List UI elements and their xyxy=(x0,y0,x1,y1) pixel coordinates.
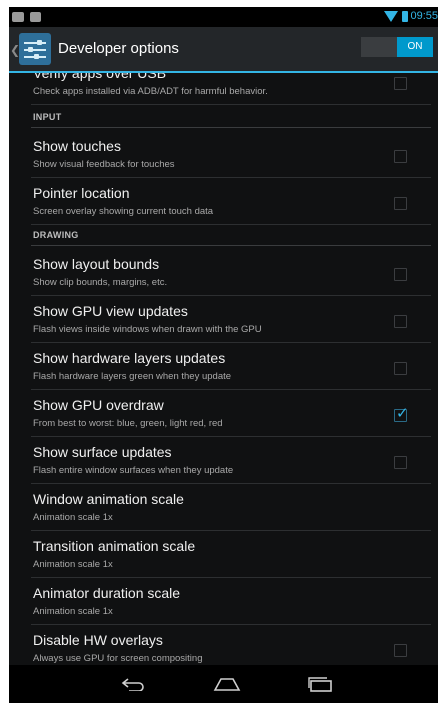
section-header-label: DRAWING xyxy=(33,230,79,240)
divider xyxy=(31,436,431,437)
setting-title: Show hardware layers updates xyxy=(33,350,226,366)
setting-title: Show surface updates xyxy=(33,444,172,460)
setting-title: Pointer location xyxy=(33,185,130,201)
setting-title: Show touches xyxy=(33,138,121,154)
divider xyxy=(31,177,431,178)
section-header-label: INPUT xyxy=(33,112,62,122)
setting-animator-duration-scale[interactable]: Animator duration scale Animation scale … xyxy=(9,579,438,625)
setting-summary: Always use GPU for screen compositing xyxy=(33,653,203,664)
setting-summary: Screen overlay showing current touch dat… xyxy=(33,206,214,217)
divider xyxy=(31,624,431,625)
setting-summary: Check apps installed via ADB/ADT for har… xyxy=(33,86,268,97)
setting-show-surface-updates[interactable]: Show surface updates Flash entire window… xyxy=(9,438,438,484)
checkbox[interactable] xyxy=(394,150,407,163)
divider xyxy=(31,483,431,484)
section-header-drawing: DRAWING xyxy=(9,223,438,247)
setting-disable-hw-overlays[interactable]: Disable HW overlays Always use GPU for s… xyxy=(9,626,438,665)
toggle-on-label: ON xyxy=(397,37,433,57)
setting-show-touches[interactable]: Show touches Show visual feedback for to… xyxy=(9,132,438,178)
divider xyxy=(31,530,431,531)
checkmark-icon: ✓ xyxy=(396,405,409,422)
setting-title: Transition animation scale xyxy=(33,538,196,554)
setting-title: Disable HW overlays xyxy=(33,632,163,648)
setting-window-animation-scale[interactable]: Window animation scale Animation scale 1… xyxy=(9,485,438,531)
notification-icon xyxy=(12,12,24,22)
setting-summary: Flash views inside windows when drawn wi… xyxy=(33,324,262,335)
setting-title: Window animation scale xyxy=(33,491,184,507)
checkbox[interactable] xyxy=(394,362,407,375)
setting-show-gpu-overdraw[interactable]: Show GPU overdraw From best to worst: bl… xyxy=(9,391,438,437)
checkbox[interactable] xyxy=(394,268,407,281)
checkbox[interactable] xyxy=(394,315,407,328)
screenshot-icon xyxy=(30,12,41,22)
setting-show-layout-bounds[interactable]: Show layout bounds Show clip bounds, mar… xyxy=(9,250,438,296)
checkbox[interactable] xyxy=(394,197,407,210)
setting-show-hardware-layers-updates[interactable]: Show hardware layers updates Flash hardw… xyxy=(9,344,438,390)
setting-show-gpu-view-updates[interactable]: Show GPU view updates Flash views inside… xyxy=(9,297,438,343)
setting-summary: Animation scale 1x xyxy=(33,559,113,570)
setting-title: Animator duration scale xyxy=(33,585,181,601)
setting-summary: Show visual feedback for touches xyxy=(33,159,175,170)
clock: 09:55 xyxy=(410,10,438,22)
home-icon[interactable] xyxy=(212,676,242,692)
status-bar: 09:55 xyxy=(9,7,438,27)
recent-apps-icon[interactable] xyxy=(306,676,334,692)
settings-list[interactable]: Verify apps over USB Check apps installe… xyxy=(9,73,438,665)
setting-summary: Animation scale 1x xyxy=(33,512,113,523)
setting-transition-animation-scale[interactable]: Transition animation scale Animation sca… xyxy=(9,532,438,578)
developer-options-toggle[interactable]: ON xyxy=(361,37,433,57)
divider xyxy=(31,389,431,390)
setting-verify-apps[interactable]: Verify apps over USB Check apps installe… xyxy=(9,73,438,105)
setting-summary: Flash entire window surfaces when they u… xyxy=(33,465,234,476)
divider xyxy=(31,342,431,343)
device-screen: 09:55 ❮ Developer options ON Verify apps… xyxy=(9,7,438,703)
checkbox-checked[interactable]: ✓ xyxy=(394,405,409,422)
setting-title: Show GPU view updates xyxy=(33,303,188,319)
checkbox[interactable] xyxy=(394,644,407,657)
divider xyxy=(31,245,431,246)
setting-title: Show layout bounds xyxy=(33,256,160,272)
navigation-bar xyxy=(9,665,438,703)
setting-summary: Show clip bounds, margins, etc. xyxy=(33,277,168,288)
section-header-input: INPUT xyxy=(9,105,438,129)
page-title: Developer options xyxy=(58,40,179,57)
divider xyxy=(31,127,431,128)
setting-title: Show GPU overdraw xyxy=(33,397,164,413)
checkbox[interactable] xyxy=(394,456,407,469)
wifi-icon xyxy=(384,11,398,22)
divider xyxy=(31,577,431,578)
action-bar: ❮ Developer options ON xyxy=(9,27,438,73)
setting-title: Verify apps over USB xyxy=(33,73,167,81)
settings-icon[interactable] xyxy=(19,33,51,65)
battery-icon xyxy=(402,11,408,22)
checkbox[interactable] xyxy=(394,77,407,90)
setting-summary: Animation scale 1x xyxy=(33,606,113,617)
divider xyxy=(31,295,431,296)
setting-pointer-location[interactable]: Pointer location Screen overlay showing … xyxy=(9,179,438,225)
setting-summary: Flash hardware layers green when they up… xyxy=(33,371,232,382)
back-icon[interactable] xyxy=(121,677,145,691)
setting-summary: From best to worst: blue, green, light r… xyxy=(33,418,223,429)
